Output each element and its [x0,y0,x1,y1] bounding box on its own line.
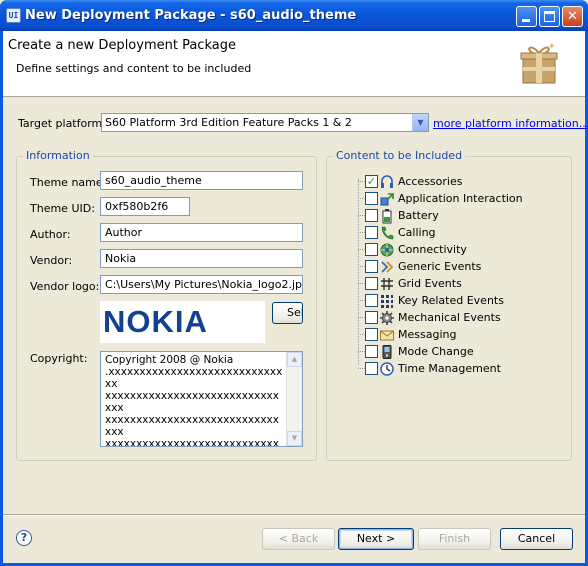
author-field[interactable]: Author [100,223,303,242]
tree-branch [358,283,365,284]
content-legend: Content to be Included [333,149,466,162]
application-interaction-checkbox[interactable] [365,192,378,205]
copyright-scrollbar[interactable]: ▲ ▼ [286,352,302,446]
tree-branch [358,232,365,233]
tree-branch [358,334,365,335]
copyright-label: Copyright: [30,352,88,365]
connectivity-label: Connectivity [398,243,467,256]
clock-icon [380,362,394,376]
target-platform-label: Target platform: [18,117,106,130]
help-icon[interactable]: ? [16,530,32,546]
target-platform-value: S60 Platform 3rd Edition Feature Packs 1… [105,116,352,129]
connectivity-icon [380,243,394,257]
vendor-logo-preview: NOKIA [100,301,265,343]
theme-name-field[interactable]: s60_audio_theme [100,171,303,190]
connectivity-checkbox[interactable] [365,243,378,256]
generic-events-icon [381,261,394,273]
application-icon [380,193,394,206]
generic-events-checkbox[interactable] [365,260,378,273]
close-button[interactable]: ✕ [562,6,583,27]
gift-package-icon: ✦ [520,42,558,84]
chevron-down-icon[interactable]: ▼ [412,114,428,131]
messaging-label: Messaging [398,328,457,341]
mode-change-label: Mode Change [398,345,474,358]
calling-checkbox[interactable] [365,226,378,239]
time-management-label: Time Management [398,362,501,375]
tree-branch [358,181,365,182]
more-platform-info-link[interactable]: more platform information... [433,117,588,130]
scroll-up-icon[interactable]: ▲ [287,352,302,367]
tree-branch [358,266,365,267]
mechanical-events-label: Mechanical Events [398,311,501,324]
copyright-textarea[interactable]: Copyright 2008 @ Nokia .xxxxxxxxxxxxxxxx… [100,351,303,447]
tree-branch [358,368,365,369]
footer-separator [3,514,585,516]
application-interaction-label: Application Interaction [398,192,523,205]
messaging-checkbox[interactable] [365,328,378,341]
window-title: New Deployment Package - s60_audio_theme [25,8,357,23]
battery-checkbox[interactable] [365,209,378,222]
phone-handset-icon [381,226,394,240]
battery-icon [382,209,392,224]
mode-change-icon [382,345,392,359]
accessories-checkbox[interactable]: ✓ [365,175,378,188]
wizard-header: Create a new Deployment Package Define s… [3,31,585,97]
theme-name-label: Theme name: [30,176,107,189]
grid-events-checkbox[interactable] [365,277,378,290]
close-icon: ✕ [567,9,578,24]
tree-branch [358,351,365,352]
accessories-label: Accessories [398,175,463,188]
key-related-events-checkbox[interactable] [365,294,378,307]
page-description: Define settings and content to be includ… [16,62,252,75]
grid-events-label: Grid Events [398,277,462,290]
battery-label: Battery [398,209,439,222]
page-title: Create a new Deployment Package [8,38,236,53]
app-icon: UI [6,8,21,23]
title-bar[interactable]: UI New Deployment Package - s60_audio_th… [0,0,588,31]
next-button[interactable]: Next > [338,528,414,550]
scroll-down-icon[interactable]: ▼ [287,431,302,446]
grid-icon [381,278,393,290]
content-tree[interactable]: ✓ Accessories Application Interaction Ba… [338,171,562,377]
vendor-logo-path-field[interactable]: C:\Users\My Pictures\Nokia_logo2.jpg [100,275,303,294]
back-button[interactable]: < Back [262,528,335,550]
maximize-icon [544,11,555,22]
theme-uid-field[interactable]: 0xf580b2f6 [100,197,190,216]
maximize-button[interactable] [539,6,560,27]
minimize-icon [522,19,530,22]
cancel-button[interactable]: Cancel [500,528,573,550]
author-label: Author: [30,228,71,241]
tree-branch [358,300,365,301]
gear-icon [380,311,394,325]
envelope-icon [380,330,394,341]
information-legend: Information [23,149,93,162]
dialog-window: UI New Deployment Package - s60_audio_th… [0,0,588,566]
key-related-events-label: Key Related Events [398,294,504,307]
time-management-checkbox[interactable] [365,362,378,375]
target-platform-select[interactable]: S60 Platform 3rd Edition Feature Packs 1… [101,113,429,132]
theme-uid-label: Theme UID: [30,202,95,215]
minimize-button[interactable] [516,6,537,27]
vendor-field[interactable]: Nokia [100,249,303,268]
tree-branch [358,215,365,216]
tree-connector [358,179,359,365]
vendor-logo-label: Vendor logo: [30,280,100,293]
mode-change-checkbox[interactable] [365,345,378,358]
dialog-client-area: Create a new Deployment Package Define s… [3,31,588,563]
select-logo-button[interactable]: Sele [272,302,303,324]
nokia-logo-text: NOKIA [103,304,208,339]
mechanical-events-checkbox[interactable] [365,311,378,324]
tree-branch [358,198,365,199]
calling-label: Calling [398,226,436,239]
generic-events-label: Generic Events [398,260,482,273]
keypad-icon [381,295,393,308]
tree-branch [358,249,365,250]
svg-text:✦: ✦ [548,42,556,52]
copyright-text: Copyright 2008 @ Nokia .xxxxxxxxxxxxxxxx… [105,354,283,446]
vendor-label: Vendor: [30,254,73,267]
tree-branch [358,317,365,318]
finish-button[interactable]: Finish [418,528,491,550]
headset-icon [381,175,393,188]
